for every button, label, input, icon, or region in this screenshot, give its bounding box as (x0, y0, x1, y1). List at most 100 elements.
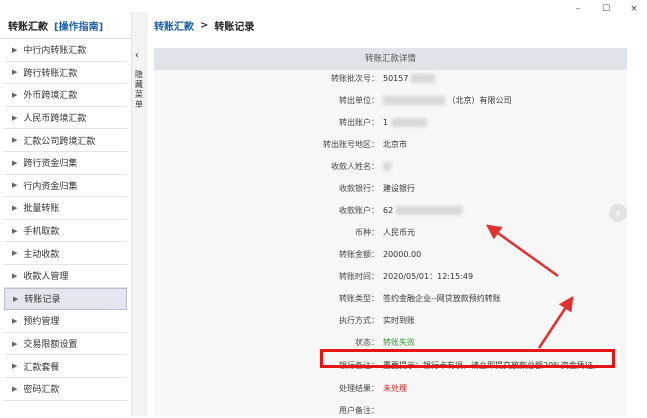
detail-row: 状态： 转账失败 (154, 336, 627, 350)
detail-label: 处理结果： (339, 384, 379, 393)
sidebar-item[interactable]: ▶ 预约管理 (4, 310, 127, 333)
detail-row: 转出单位： （北京）有限公司 (154, 94, 627, 108)
sidebar-item-active[interactable]: ▶ 转账记录 (4, 287, 127, 311)
sidebar-item[interactable]: ▶ 主动收款 (4, 242, 127, 265)
operation-guide-link[interactable]: [操作指南] (54, 18, 103, 33)
detail-label: 收款账户： (339, 206, 379, 215)
detail-label: 转账批次号： (331, 74, 379, 83)
sidebar-item-label: 收款人管理 (23, 272, 69, 283)
sidebar-item[interactable]: ▶ 人民币跨境汇款 (4, 107, 127, 130)
detail-row: 收款人姓名： (154, 160, 627, 174)
detail-row: 转账金额： 20000.00 (154, 248, 627, 262)
chevron-right-icon: ▶ (12, 226, 18, 235)
detail-value: 签约金融企业--网贷放款预约转账 (383, 294, 501, 303)
sidebar-item-label: 跨行转账汇款 (23, 68, 78, 79)
sidebar-item-label: 行内资金归集 (23, 181, 78, 192)
sidebar-item-label: 跨行资金归集 (23, 159, 78, 170)
sidebar-item[interactable]: ▶ 收款人管理 (4, 265, 127, 288)
chevron-right-icon: ▶ (12, 136, 18, 145)
detail-row: 转账时间： 2020/05/01：12:15:49 (154, 270, 627, 284)
detail-label: 转出账号地区： (323, 140, 379, 149)
detail-label: 执行方式： (339, 316, 379, 325)
detail-label: 转出单位： (339, 96, 379, 105)
chevron-right-icon: ▶ (12, 339, 18, 348)
sidebar-item-label: 人民币跨境汇款 (23, 114, 87, 125)
chevron-right-icon: ▶ (12, 362, 18, 371)
sidebar-item-label: 外币跨境汇款 (23, 91, 78, 102)
highlight-box (320, 349, 615, 368)
detail-label: 收款银行： (339, 184, 379, 193)
sidebar-item-label: 主动收款 (23, 249, 60, 260)
sidebar-item[interactable]: ▶ 手机取款 (4, 220, 127, 243)
chevron-right-icon: ▶ (12, 45, 18, 54)
detail-label: 转账类型： (339, 294, 379, 303)
detail-value: 实时到账 (383, 316, 415, 325)
breadcrumb: 转账汇款 > 转账记录 (148, 12, 647, 38)
detail-label: 币种： (355, 228, 379, 237)
sidebar-menu: ▶ 中行内转账汇款 ▶ 跨行转账汇款 ▶ 外币跨境汇款 ▶ 人民币跨境汇款 ▶ 汇款公司跨… (0, 39, 131, 401)
detail-row: 执行方式： 实时到账 (154, 314, 627, 328)
result-value: 未处理 (383, 384, 407, 393)
detail-label: 收款人姓名： (331, 162, 379, 171)
sidebar-item-label: 预约管理 (23, 317, 60, 328)
sidebar-item[interactable]: ▶ 汇款套餐 (4, 355, 127, 378)
chevron-right-icon: ▶ (12, 249, 18, 258)
detail-row: 处理结果： 未处理 (154, 382, 627, 396)
hide-menu-label[interactable]: 隐藏菜单 (135, 70, 145, 110)
detail-value: 北京市 (383, 140, 407, 149)
detail-row: 收款账户： 62 (154, 204, 627, 218)
detail-value: （北京）有限公司 (383, 94, 512, 108)
detail-value: 62 (383, 204, 462, 218)
detail-value: 1 (383, 116, 427, 130)
chevron-right-icon: ▶ (12, 271, 18, 280)
chevron-right-icon: ▶ (12, 158, 18, 167)
detail-label: 状态： (355, 338, 379, 347)
sidebar-item-label: 汇款公司跨境汇款 (23, 136, 96, 147)
sidebar-item-label: 汇款套餐 (23, 362, 60, 373)
sidebar-title: 转账汇款 (8, 21, 48, 33)
sidebar-item-label: 中行内转账汇款 (23, 46, 87, 57)
sidebar-header: 转账汇款 [操作指南] (0, 12, 131, 39)
breadcrumb-separator: > (200, 19, 209, 31)
detail-value: 建设银行 (383, 184, 415, 193)
detail-label: 转出账户： (339, 118, 379, 127)
status-value: 转账失败 (383, 338, 415, 347)
detail-value (383, 160, 391, 174)
detail-row: 转出账户： 1 (154, 116, 627, 130)
sidebar-item[interactable]: ▶ 行内资金归集 (4, 175, 127, 198)
sidebar-item-label: 手机取款 (23, 227, 60, 238)
sidebar-item[interactable]: ▶ 交易限额设置 (4, 333, 127, 356)
sidebar-item[interactable]: ▶ 汇款公司跨境汇款 (4, 129, 127, 152)
detail-row: 收款银行： 建设银行 (154, 182, 627, 196)
breadcrumb-current: 转账记录 (214, 21, 255, 33)
chevron-right-icon: ▶ (12, 113, 18, 122)
chevron-right-icon: ▶ (12, 181, 18, 190)
detail-row: 转账批次号： 50157 (154, 72, 627, 86)
sidebar-item[interactable]: ▶ 密码汇款 (4, 378, 127, 401)
detail-value: 50157 (383, 72, 435, 86)
detail-value: 2020/05/01：12:15:49 (383, 272, 474, 281)
sidebar-item[interactable]: ▶ 中行内转账汇款 (4, 39, 127, 62)
detail-value: 20000.00 (383, 250, 422, 259)
sidebar-item-label: 交易限额设置 (23, 340, 78, 351)
detail-row: 转账类型： 签约金融企业--网贷放款预约转账 (154, 292, 627, 306)
chevron-left-icon[interactable]: ‹ (135, 50, 139, 61)
sidebar-item[interactable]: ▶ 跨行资金归集 (4, 152, 127, 175)
chevron-right-icon: ▶ (12, 384, 18, 393)
breadcrumb-parent[interactable]: 转账汇款 (154, 18, 194, 33)
sidebar-item-label: 批量转账 (23, 204, 60, 215)
chevron-right-icon: ▶ (13, 294, 19, 303)
collapse-menu-strip[interactable]: ‹ 隐藏菜单 (131, 12, 149, 416)
next-arrow-button[interactable]: › (609, 204, 627, 222)
detail-row: 转出账号地区： 北京市 (154, 138, 627, 152)
sidebar-item-label: 密码汇款 (23, 385, 60, 396)
sidebar: 转账汇款 [操作指南] ▶ 中行内转账汇款 ▶ 跨行转账汇款 ▶ 外币跨境汇款 ▶ 人民… (0, 12, 131, 416)
chevron-right-icon: ▶ (12, 90, 18, 99)
sidebar-item[interactable]: ▶ 批量转账 (4, 197, 127, 220)
chevron-right-icon: ▶ (12, 316, 18, 325)
sidebar-item-label: 转账记录 (24, 295, 61, 306)
sidebar-item[interactable]: ▶ 外币跨境汇款 (4, 84, 127, 107)
detail-label: 转账金额： (339, 250, 379, 259)
detail-value: 人民币元 (383, 228, 415, 237)
sidebar-item[interactable]: ▶ 跨行转账汇款 (4, 62, 127, 85)
